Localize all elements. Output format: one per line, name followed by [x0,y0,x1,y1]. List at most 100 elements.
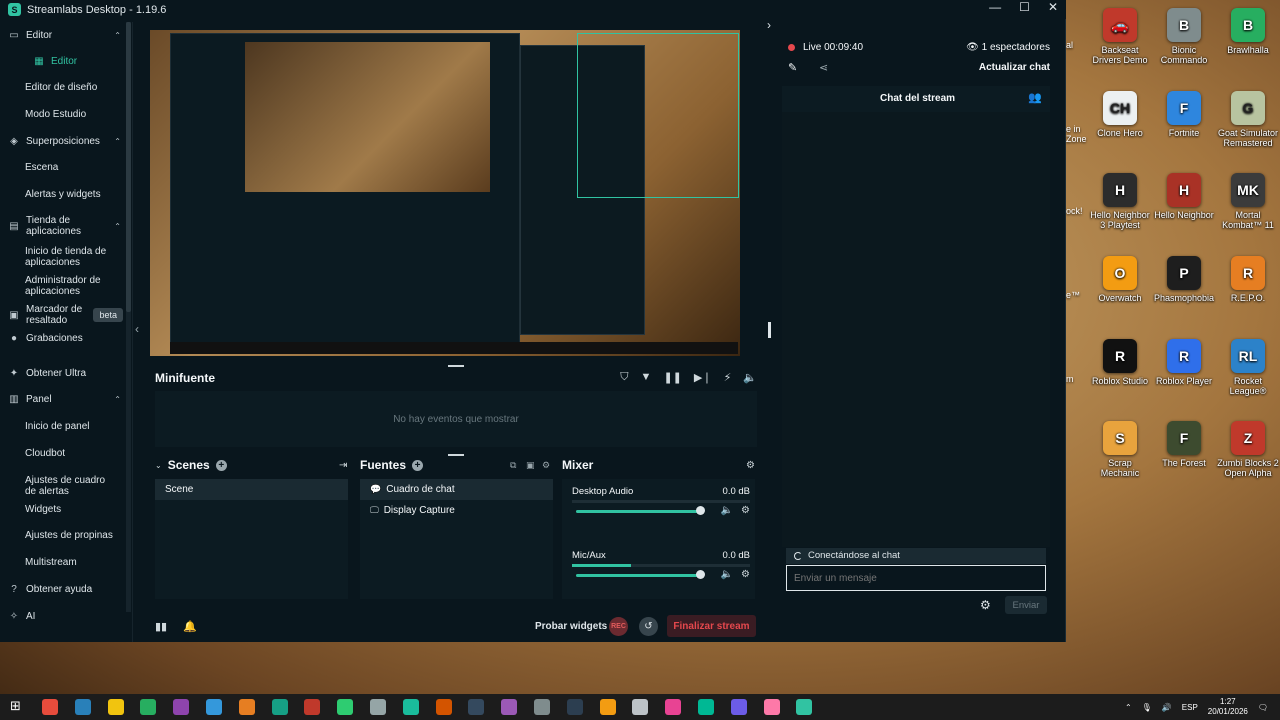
volume-slider[interactable] [576,510,704,513]
stats-icon[interactable]: ▮▮ [155,620,167,633]
share-icon[interactable]: ⋖ [819,61,828,74]
notifications-icon[interactable]: 🗨 [1258,703,1268,712]
add-scene-icon[interactable]: + [215,459,227,471]
gear-icon[interactable]: ⚙ [741,505,750,516]
taskbar-app-icon[interactable] [501,699,518,715]
resize-handle[interactable] [768,322,771,338]
chevron-up-icon[interactable]: ⌃ [114,31,121,40]
desktop-shortcut[interactable]: 🚗 Backseat Drivers Demo [1088,8,1152,65]
desktop-shortcut[interactable]: P Phasmophobia [1152,256,1216,303]
speaker-icon[interactable]: 🔊 [1162,703,1172,712]
taskbar-app-icon[interactable] [796,699,813,715]
sidebar-item-tienda-de-aplicaciones[interactable]: ▤ Tienda de aplicaciones ⌃ [0,215,133,237]
collapse-icon[interactable]: ⇥ [339,460,347,471]
volume-icon[interactable]: 🔈 [743,371,757,384]
taskbar-app-icon[interactable] [534,699,550,715]
volume-slider-knob[interactable] [696,570,705,579]
taskbar-app-icon[interactable] [370,699,386,715]
end-stream-button[interactable]: Finalizar stream [667,615,756,637]
sidebar-item-ajustes-de-propinas[interactable]: Ajustes de propinas [0,530,133,541]
chat-message-input[interactable] [786,565,1046,591]
taskbar-app-icon[interactable] [599,699,616,715]
source-settings-icon[interactable]: ⚙ [542,460,550,471]
sidebar-item-editor[interactable]: ▭ Editor ⌃ [0,30,133,41]
sidebar-item-grabaciones[interactable]: ● Grabaciones [0,333,133,344]
minimize-button[interactable]: — [989,0,1001,14]
taskbar-app-icon[interactable] [665,699,682,715]
sidebar-item-ajustes-de-cuadro-de-alertas[interactable]: Ajustes de cuadro de alertas [0,475,133,497]
desktop-shortcut[interactable]: R Roblox Studio [1088,339,1152,386]
desktop-shortcut[interactable]: H Hello Neighbor [1152,173,1216,220]
desktop-shortcut[interactable]: B Bionic Commando [1152,8,1216,65]
desktop-shortcut[interactable]: S Scrap Mechanic [1088,421,1152,478]
skip-icon[interactable]: ▶❘ [694,371,712,384]
desktop-shortcut[interactable]: RL Rocket League® [1216,339,1280,396]
edit-stream-info-icon[interactable]: ✎ [788,61,797,74]
sidebar-item-modo-estudio[interactable]: Modo Estudio [0,109,133,120]
scrollbar-thumb[interactable] [126,22,131,312]
sidebar-item-obtener-ayuda[interactable]: ? Obtener ayuda [0,584,133,595]
replay-buffer-icon[interactable]: ↺ [639,616,658,636]
taskbar-app-icon[interactable] [435,699,452,715]
send-button[interactable]: Enviar [1005,596,1047,614]
taskbar-app-icon[interactable] [730,699,747,715]
taskbar-app-icon[interactable] [304,699,321,715]
sidebar-item-inicio-de-tienda-de-aplicaciones[interactable]: Inicio de tienda de aplicaciones [0,246,133,268]
desktop-shortcut[interactable]: F Fortnite [1152,91,1216,138]
add-source-icon[interactable]: + [412,459,424,471]
shield-icon[interactable]: ⛉ [620,371,628,384]
language-indicator[interactable]: ESP [1182,703,1198,712]
filter-icon[interactable]: ▼ [641,371,652,384]
sidebar-item-alertas-y-widgets[interactable]: Alertas y widgets [0,189,133,200]
taskbar-app-icon[interactable] [140,699,157,715]
test-widgets-button[interactable]: Probar widgets [535,621,607,632]
chevron-up-icon[interactable]: ⌃ [1125,703,1132,712]
desktop-shortcut[interactable]: MK Mortal Kombat™ 11 [1216,173,1280,230]
sidebar-scrollbar[interactable] [126,22,131,612]
sidebar-item-editor-de-dise-o[interactable]: Editor de diseño [0,82,133,93]
desktop-shortcut[interactable]: CH Clone Hero [1088,91,1152,138]
stream-preview[interactable] [150,30,740,356]
sidebar-item-widgets[interactable]: Widgets [0,504,133,515]
mute-notifications-icon[interactable]: ⚡ [724,371,732,384]
taskbar-app-icon[interactable] [238,699,255,715]
desktop-shortcut[interactable]: O Overwatch [1088,256,1152,303]
taskbar-app-icon[interactable] [74,699,91,715]
desktop-shortcut[interactable]: F The Forest [1152,421,1216,468]
record-button[interactable]: REC [609,616,628,636]
taskbar-app-icon[interactable] [337,699,354,715]
sidebar-item-administrador-de-aplicaciones[interactable]: Administrador de aplicaciones [0,275,133,297]
taskbar-app-icon[interactable] [763,699,780,715]
mic-icon[interactable]: 🎙 [1142,703,1152,712]
sidebar-item-inicio-de-panel[interactable]: Inicio de panel [0,421,133,432]
users-icon[interactable]: 👥 [1028,91,1042,104]
taskbar-app-icon[interactable] [632,699,649,715]
taskbar-app-icon[interactable] [698,699,714,715]
maximize-button[interactable]: ☐ [1019,0,1030,14]
sidebar-item-escena[interactable]: Escena [0,162,133,173]
sidebar-item-superposiciones[interactable]: ◈ Superposiciones ⌃ [0,136,133,147]
source-item[interactable]: 💬 Cuadro de chat [360,479,553,500]
taskbar-app-icon[interactable] [271,699,288,715]
volume-slider-knob[interactable] [696,506,705,515]
chevron-down-icon[interactable]: ⌄ [155,461,162,470]
sidebar-item-multistream[interactable]: Multistream [0,557,133,568]
desktop-shortcut[interactable]: Z Zumbi Blocks 2 Open Alpha [1216,421,1280,478]
chevron-left-icon[interactable]: ‹ [135,322,139,336]
taskbar-app-icon[interactable] [402,699,419,715]
taskbar-app-icon[interactable] [107,699,124,715]
refresh-chat-button[interactable]: Actualizar chat [979,62,1050,73]
pause-icon[interactable]: ❚❚ [663,371,681,384]
clock[interactable]: 1:27 20/01/2026 [1208,697,1248,717]
gear-icon[interactable]: ⚙ [741,569,750,580]
chevron-right-icon[interactable]: › [767,18,771,32]
desktop-shortcut[interactable]: B Brawlhalla [1216,8,1280,55]
taskbar-app-icon[interactable] [566,699,583,715]
close-button[interactable]: ✕ [1048,0,1058,14]
bell-icon[interactable]: 🔔 [183,620,197,633]
source-item[interactable]: 🖵 Display Capture [360,500,553,521]
sidebar-item-ai[interactable]: ✧ AI [0,611,133,622]
sidebar-item-marcador-de-resaltado[interactable]: ▣ Marcador de resaltado beta [0,304,133,326]
desktop-shortcut[interactable]: G Goat Simulator Remastered [1216,91,1280,148]
desktop-shortcut[interactable]: R R.E.P.O. [1216,256,1280,303]
